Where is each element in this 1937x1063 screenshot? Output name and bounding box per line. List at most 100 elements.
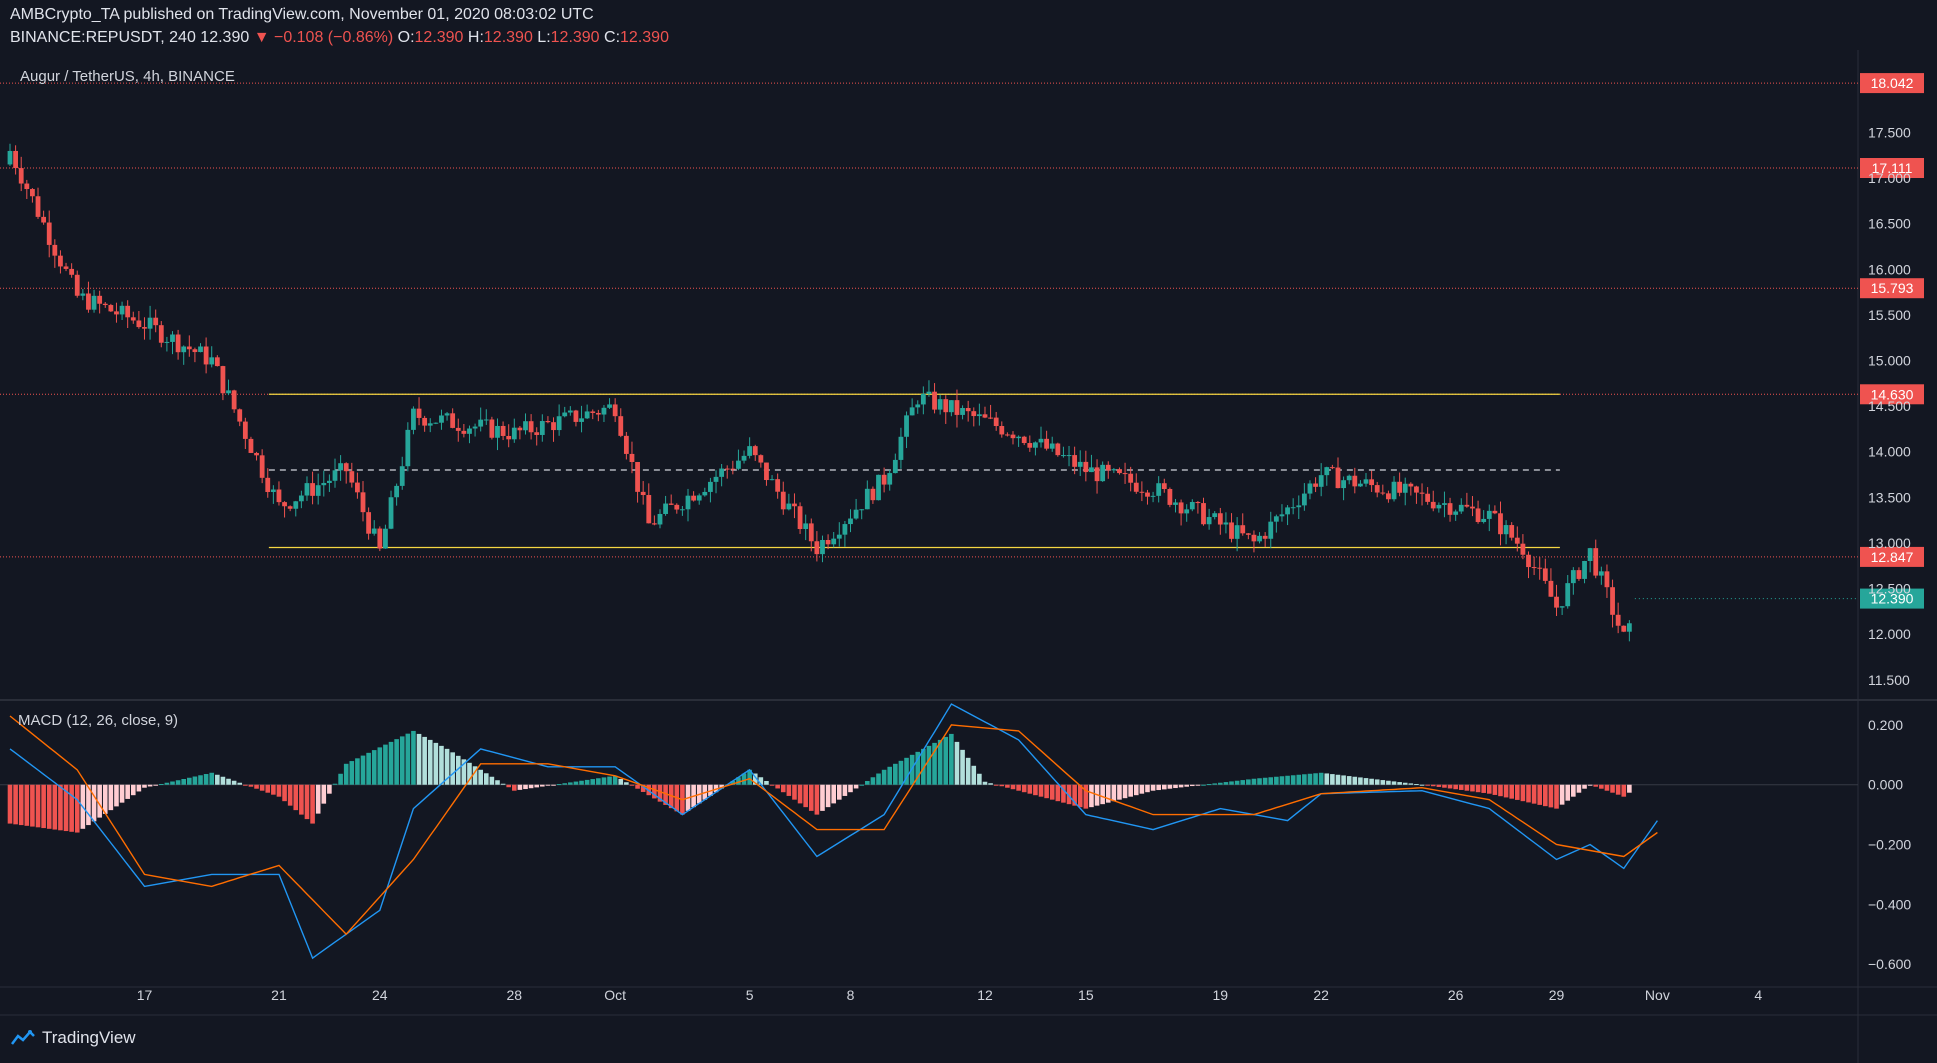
- macd-hist-bar: [69, 784, 74, 832]
- macd-hist-bar: [439, 745, 444, 785]
- macd-hist-bar: [91, 784, 97, 822]
- candle-body: [904, 415, 909, 437]
- macd-hist-bar: [842, 784, 848, 796]
- macd-hist-bar: [797, 784, 803, 804]
- candle-body: [186, 346, 192, 350]
- candle-body: [1004, 434, 1010, 436]
- macd-hist-bar: [887, 766, 893, 785]
- candle-body: [517, 427, 523, 431]
- candle-body: [808, 523, 814, 542]
- macd-hist-bar: [1010, 784, 1016, 790]
- candle-body: [91, 295, 97, 310]
- candle-body: [752, 446, 758, 456]
- candle-body: [1481, 518, 1487, 523]
- candle-body: [1514, 537, 1520, 544]
- candle-body: [147, 317, 153, 329]
- macd-hist-bar: [450, 752, 455, 785]
- macd-lines: [9, 703, 1658, 960]
- footer-brand[interactable]: TradingView: [10, 1028, 136, 1048]
- candle-body: [231, 390, 237, 410]
- candle-body: [736, 460, 741, 469]
- macd-hist-bar: [433, 742, 439, 785]
- candle-body: [450, 413, 456, 428]
- macd-hist-bar: [388, 741, 394, 785]
- macd-hist-bar: [170, 781, 175, 785]
- candle-body: [528, 421, 534, 433]
- candle-body: [595, 412, 601, 415]
- price-tick-label: 13.500: [1868, 489, 1911, 505]
- macd-hist-bar: [114, 784, 119, 807]
- macd-hist-bar: [1486, 784, 1492, 794]
- candle-body: [663, 503, 668, 514]
- macd-hist-bar: [332, 783, 338, 785]
- macd-hist-bar: [629, 784, 635, 786]
- candle-body: [1251, 534, 1257, 542]
- candle-body: [1173, 502, 1178, 505]
- macd-hist-bar: [377, 747, 383, 785]
- macd-hist-bar: [982, 781, 988, 785]
- macd-hist-bar: [528, 784, 534, 789]
- candle-body: [696, 495, 702, 501]
- macd-hist-bar: [483, 773, 489, 785]
- candle-body: [1537, 567, 1543, 569]
- macd-hist-bar: [1346, 776, 1352, 785]
- candle-body: [1049, 443, 1055, 449]
- candle-body: [713, 476, 719, 482]
- candle-body: [439, 415, 444, 423]
- candle-body: [192, 349, 198, 353]
- macd-hist-bar: [52, 784, 58, 830]
- macd-hist-bar: [18, 784, 24, 826]
- macd-hist-bar: [371, 750, 377, 785]
- macd-hist-bar: [366, 752, 371, 785]
- candle-body: [976, 414, 982, 417]
- candle-body: [556, 416, 562, 431]
- macd-hist-bar: [1380, 780, 1386, 785]
- candle-body: [1133, 482, 1139, 492]
- candle-body: [377, 528, 383, 549]
- x-tick-label: 28: [507, 987, 523, 1003]
- macd-hist-bar: [1520, 784, 1526, 802]
- macd-hist-bar: [517, 784, 523, 790]
- candle-body: [18, 168, 24, 184]
- macd-hist-bar: [1402, 782, 1408, 785]
- candle-body: [909, 407, 915, 416]
- candle-body: [1117, 469, 1122, 474]
- chart-canvas[interactable]: 18.04217.11115.79314.63012.84712.390 17 2…: [0, 0, 1937, 1063]
- macd-hist-bar: [1531, 784, 1537, 804]
- macd-hist-bar: [1559, 784, 1565, 805]
- x-tick-label: Nov: [1645, 987, 1670, 1003]
- x-tick-label: Oct: [604, 987, 626, 1003]
- candle-body: [1184, 509, 1190, 514]
- candle-body: [668, 503, 674, 505]
- candle-body: [326, 480, 332, 483]
- macd-hist-bar: [534, 784, 540, 788]
- candle-body: [298, 495, 304, 502]
- candle-body: [304, 483, 310, 496]
- candle-body: [898, 436, 904, 460]
- macd-hist-bar: [1206, 784, 1212, 786]
- macd-hist-bar: [237, 782, 243, 785]
- candle-body: [1374, 485, 1380, 493]
- macd-hist-bar: [102, 784, 108, 814]
- candle-body: [1189, 502, 1195, 510]
- macd-tick-label: 0.000: [1868, 777, 1903, 793]
- macd-hist-bar: [870, 777, 876, 785]
- candle-body: [1206, 517, 1212, 525]
- candle-body: [601, 407, 607, 415]
- macd-hist-bar: [898, 760, 904, 785]
- candle-body: [887, 473, 893, 485]
- macd-hist-bar: [1145, 784, 1150, 793]
- level-label: 15.793: [1871, 280, 1914, 296]
- candle-body: [775, 479, 781, 492]
- candle-body: [1307, 483, 1313, 494]
- macd-hist-bar: [943, 736, 949, 785]
- price-channel[interactable]: [268, 393, 1560, 549]
- candle-body: [1217, 513, 1223, 525]
- macd-hist-bar: [1436, 784, 1442, 787]
- macd-hist-bar: [764, 780, 769, 785]
- macd-hist-bar: [1223, 782, 1229, 785]
- candle-body: [937, 399, 943, 410]
- candle-body: [388, 497, 394, 529]
- candle-body: [495, 425, 500, 438]
- candle-body: [960, 408, 965, 415]
